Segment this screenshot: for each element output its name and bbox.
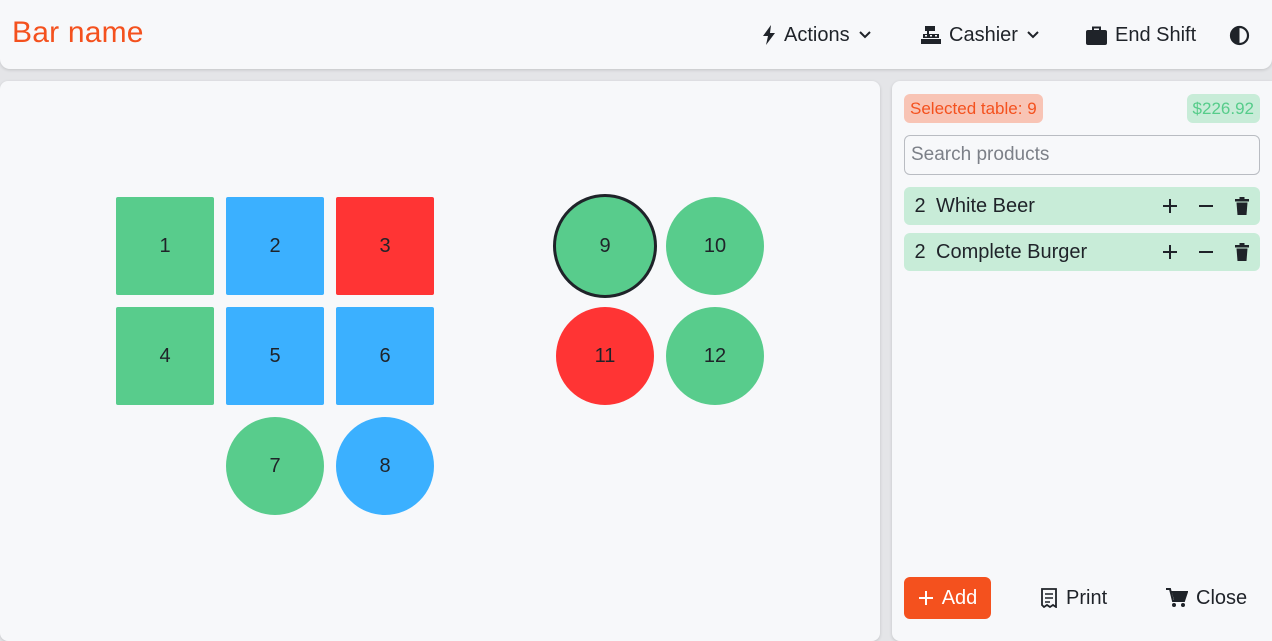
table-2[interactable]: 2 xyxy=(226,197,324,295)
table-8[interactable]: 8 xyxy=(336,417,434,515)
cashier-menu-button[interactable]: Cashier xyxy=(921,20,1040,50)
item-name: White Beer xyxy=(936,194,1035,217)
chevron-down-icon xyxy=(858,31,871,39)
order-total-badge: $226.92 xyxy=(1186,94,1260,123)
cash-register-icon xyxy=(921,26,941,44)
theme-toggle-button[interactable] xyxy=(1229,20,1250,50)
actions-label: Actions xyxy=(784,23,850,46)
trash-icon xyxy=(1235,197,1249,215)
cashier-label: Cashier xyxy=(949,23,1018,46)
item-name: Complete Burger xyxy=(936,240,1088,263)
item-quantity: 2 xyxy=(914,194,926,217)
table-1[interactable]: 1 xyxy=(116,197,214,295)
top-bar: Bar name Actions Cashier End Shift xyxy=(0,0,1272,69)
table-10[interactable]: 10 xyxy=(666,197,764,295)
end-shift-button[interactable]: End Shift xyxy=(1086,20,1196,50)
increase-quantity-button[interactable] xyxy=(1152,187,1188,225)
remove-item-button[interactable] xyxy=(1224,233,1260,271)
item-quantity: 2 xyxy=(914,240,926,263)
plus-icon xyxy=(918,591,933,605)
floor-plan: 1 2 3 4 5 6 7 8 9 10 11 12 xyxy=(0,81,880,641)
table-6[interactable]: 6 xyxy=(336,307,434,405)
cart-icon xyxy=(1166,588,1188,607)
table-9[interactable]: 9 xyxy=(553,194,657,298)
table-7[interactable]: 7 xyxy=(226,417,324,515)
minus-icon xyxy=(1199,205,1213,207)
chevron-down-icon xyxy=(1027,31,1039,39)
plus-icon xyxy=(1163,199,1177,213)
plus-icon xyxy=(1163,245,1177,259)
remove-item-button[interactable] xyxy=(1224,187,1260,225)
table-3[interactable]: 3 xyxy=(336,197,434,295)
order-panel: Selected table: 9 $226.92 2 White Beer 2… xyxy=(892,81,1272,641)
order-item: 2 Complete Burger xyxy=(904,233,1260,271)
search-products-input[interactable] xyxy=(904,135,1260,175)
increase-quantity-button[interactable] xyxy=(1152,233,1188,271)
receipt-icon xyxy=(1041,588,1057,608)
bolt-icon xyxy=(763,25,775,45)
decrease-quantity-button[interactable] xyxy=(1188,233,1224,271)
table-4[interactable]: 4 xyxy=(116,307,214,405)
selected-table-badge: Selected table: 9 xyxy=(904,94,1043,123)
trash-icon xyxy=(1235,243,1249,261)
actions-menu-button[interactable]: Actions xyxy=(762,20,872,50)
decrease-quantity-button[interactable] xyxy=(1188,187,1224,225)
brand-name: Bar name xyxy=(12,16,144,49)
briefcase-icon xyxy=(1086,26,1107,45)
close-order-button[interactable]: Close xyxy=(1166,577,1247,619)
add-label: Add xyxy=(941,586,978,609)
table-12[interactable]: 12 xyxy=(666,307,764,405)
contrast-icon xyxy=(1229,25,1250,45)
table-11[interactable]: 11 xyxy=(556,307,654,405)
add-button[interactable]: Add xyxy=(904,577,991,619)
print-button[interactable]: Print xyxy=(1040,577,1107,619)
table-5[interactable]: 5 xyxy=(226,307,324,405)
close-label: Close xyxy=(1196,586,1248,609)
order-item: 2 White Beer xyxy=(904,187,1260,225)
end-shift-label: End Shift xyxy=(1115,23,1197,46)
print-label: Print xyxy=(1066,586,1108,609)
minus-icon xyxy=(1199,251,1213,253)
